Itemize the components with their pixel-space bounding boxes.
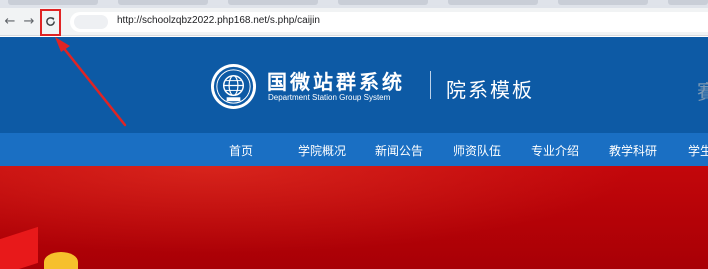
url-text[interactable]: http://schoolzqbz2022.php168.net/s.php/c…	[117, 15, 320, 26]
browser-tab[interactable]	[8, 0, 98, 5]
gold-ornament	[44, 252, 78, 269]
site-info-chip[interactable]	[74, 15, 108, 29]
nav-item-research[interactable]: 教学科研	[609, 142, 657, 159]
nav-item-overview[interactable]: 学院概况	[298, 142, 346, 159]
address-bar[interactable]: http://schoolzqbz2022.php168.net/s.php/c…	[70, 12, 708, 32]
reload-highlight-box	[40, 9, 61, 36]
hero-banner[interactable]	[0, 166, 708, 269]
brand-subtitle-en: Department Station Group System	[268, 93, 391, 102]
tab-strip	[0, 0, 708, 8]
template-title: 院系模板	[446, 78, 534, 102]
forward-button[interactable]: →	[19, 11, 39, 31]
browser-tab[interactable]	[668, 0, 708, 5]
main-nav: 首页 学院概况 新闻公告 师资队伍 专业介绍 教学科研 学生	[0, 133, 708, 166]
brand-title: 国微站群系统	[267, 70, 405, 94]
school-emblem-icon[interactable]	[210, 63, 257, 110]
nav-item-majors[interactable]: 专业介绍	[531, 142, 579, 159]
nav-item-students[interactable]: 学生	[688, 142, 708, 159]
browser-tab[interactable]	[338, 0, 428, 5]
nav-item-news[interactable]: 新闻公告	[375, 142, 423, 159]
page: ← → http://schoolzqbz2022.php168.net/s.p…	[0, 0, 708, 269]
browser-tab[interactable]	[558, 0, 648, 5]
arrow-right-icon: →	[23, 13, 35, 29]
header-divider	[430, 71, 431, 99]
browser-tab[interactable]	[118, 0, 208, 5]
arrow-left-icon: ←	[4, 13, 16, 29]
browser-tab[interactable]	[448, 0, 538, 5]
nav-item-faculty[interactable]: 师资队伍	[453, 142, 501, 159]
banner-glow	[0, 166, 708, 269]
browser-tab[interactable]	[228, 0, 318, 5]
back-button[interactable]: ←	[0, 11, 20, 31]
browser-toolbar: ← → http://schoolzqbz2022.php168.net/s.p…	[0, 8, 708, 36]
header-edge-glyph: 賽	[697, 80, 708, 104]
nav-item-home[interactable]: 首页	[229, 142, 253, 159]
